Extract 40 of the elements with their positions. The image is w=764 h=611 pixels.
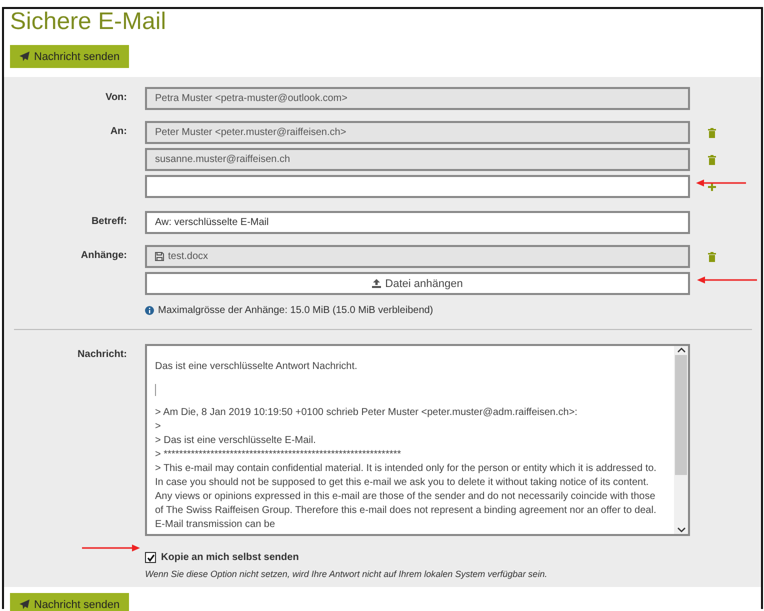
field-label: An: xyxy=(109,125,127,139)
arrow-annotation xyxy=(697,276,757,284)
quoted-line: > Am Die, 8 Jan 2019 10:19:50 +0100 schrieb Peter Muster <peter.muster@adm.raiffeisen.ch>: xyxy=(155,406,578,420)
scrollbar-thumb[interactable] xyxy=(675,355,687,475)
copy-checkbox[interactable] xyxy=(145,552,156,563)
scroll-up-icon[interactable] xyxy=(676,346,686,355)
option-hint: Wenn Sie diese Option nicht setzen, wird Ihre Antwort nicht auf Ihrem lokalen System verfügbar sein. xyxy=(145,569,548,579)
field-label: Von: xyxy=(104,91,127,105)
checkbox-label: Kopie an mich selbst senden xyxy=(161,552,299,563)
message-editor[interactable] xyxy=(145,344,690,536)
paper-plane-icon xyxy=(19,51,30,62)
field-label: Nachricht: xyxy=(76,348,127,362)
field-label: Betreff: xyxy=(90,215,127,229)
recipient-field[interactable]: susanne.muster@raiffeisen.ch xyxy=(145,148,690,171)
attach-file-button[interactable]: Datei anhängen xyxy=(145,272,690,295)
plus-icon[interactable] xyxy=(708,182,716,190)
quoted-line: > ************************************************************* xyxy=(155,448,402,462)
info-icon xyxy=(145,306,154,315)
subject-field[interactable]: Aw: verschlüsselte E-Mail xyxy=(145,211,690,234)
scroll-down-icon[interactable] xyxy=(676,525,686,534)
quoted-line: > Das ist eine verschlüsselte E-Mail. xyxy=(155,434,317,448)
attachment-item[interactable]: test.docx xyxy=(145,245,690,268)
page-title: Sichere E-Mail xyxy=(10,9,168,35)
send-button[interactable]: Nachricht senden xyxy=(10,45,129,68)
trash-icon[interactable] xyxy=(708,154,716,164)
field-label: Anhänge: xyxy=(80,249,127,263)
trash-icon[interactable] xyxy=(708,128,716,138)
paper-plane-icon xyxy=(19,599,30,610)
quoted-line: > xyxy=(155,420,162,434)
sender-field[interactable]: Petra Muster <petra-muster@outlook.com> xyxy=(145,87,690,110)
recipient-input-field[interactable] xyxy=(145,175,690,198)
arrow-annotation xyxy=(696,179,746,187)
upload-icon xyxy=(372,279,382,288)
attachment-limit-note: Maximalgrösse der Anhänge: 15.0 MiB (15.0 MiB verbleibend) xyxy=(158,305,434,316)
quoted-line: > This e-mail may contain confidential material. It is intended only for the person or entity which it is addressed to. In case you should not be supposed to get this e-mail we ask you to delete it without taking notice of its content. Any views or opinions expressed in this e-mail are those of the sender and do not necessarily coincide with those of The Swiss Raiffeisen Group. Therefore this e-mail does not represent a binding agreement nor an offer to deal. E-Mail transmission can be xyxy=(155,462,658,532)
arrow-annotation xyxy=(82,544,140,552)
recipient-field[interactable]: Peter Muster <peter.muster@raiffeisen.ch> xyxy=(145,121,690,144)
send-button[interactable]: Nachricht senden xyxy=(10,593,129,611)
trash-icon[interactable] xyxy=(708,252,716,262)
reply-text: Das ist eine verschlüsselte Antwort Nachricht. xyxy=(155,360,358,374)
